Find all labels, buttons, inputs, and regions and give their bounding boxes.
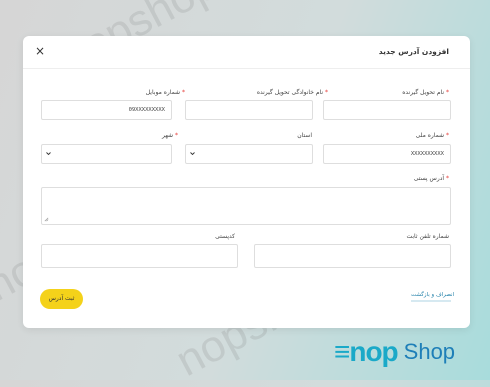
resize-handle-icon[interactable] [44,217,49,222]
recipient-family-input[interactable] [185,100,313,120]
close-icon[interactable]: × [34,45,46,57]
chevron-down-icon [46,152,51,156]
postal-code-label: کدپستی [215,233,235,240]
recipient-family-label: * نام خانوادگی تحویل گیرنده [256,89,328,96]
province-label: استان [297,132,312,139]
cancel-back-link[interactable]: انصراف و بازگشت [411,292,454,298]
logo-text: Shop [403,339,456,364]
province-select[interactable] [185,144,313,164]
chevron-down-icon [190,152,195,156]
city-select[interactable] [41,144,172,164]
cancel-back-underline [411,300,451,302]
phone-input[interactable]: 09XXXXXXXXX [41,100,172,120]
address-label: * آدرس پستی [413,175,449,182]
logo-mark: ≡nop [334,336,399,367]
recipient-name-label: * نام تحویل گیرنده [402,89,449,96]
add-address-modal: افزودن آدرس جدید × * نام تحویل گیرنده * … [23,36,470,328]
phone-label: * شماره موبایل [145,89,185,96]
modal-header: افزودن آدرس جدید [23,36,470,69]
modal-title: افزودن آدرس جدید [378,47,449,56]
postal-code-input[interactable] [41,244,238,268]
national-code-label: * شماره ملی [415,132,449,139]
city-label: * شهر [161,132,178,139]
save-address-button[interactable]: ثبت آدرس [40,289,83,309]
landline-input[interactable] [254,244,451,268]
address-textarea[interactable] [41,187,451,225]
national-code-input[interactable]: XXXXXXXXXX [323,144,451,164]
landline-label: شماره تلفن ثابت [406,233,450,240]
recipient-name-input[interactable] [323,100,451,120]
nopshop-logo: ≡nop Shop [330,334,455,370]
